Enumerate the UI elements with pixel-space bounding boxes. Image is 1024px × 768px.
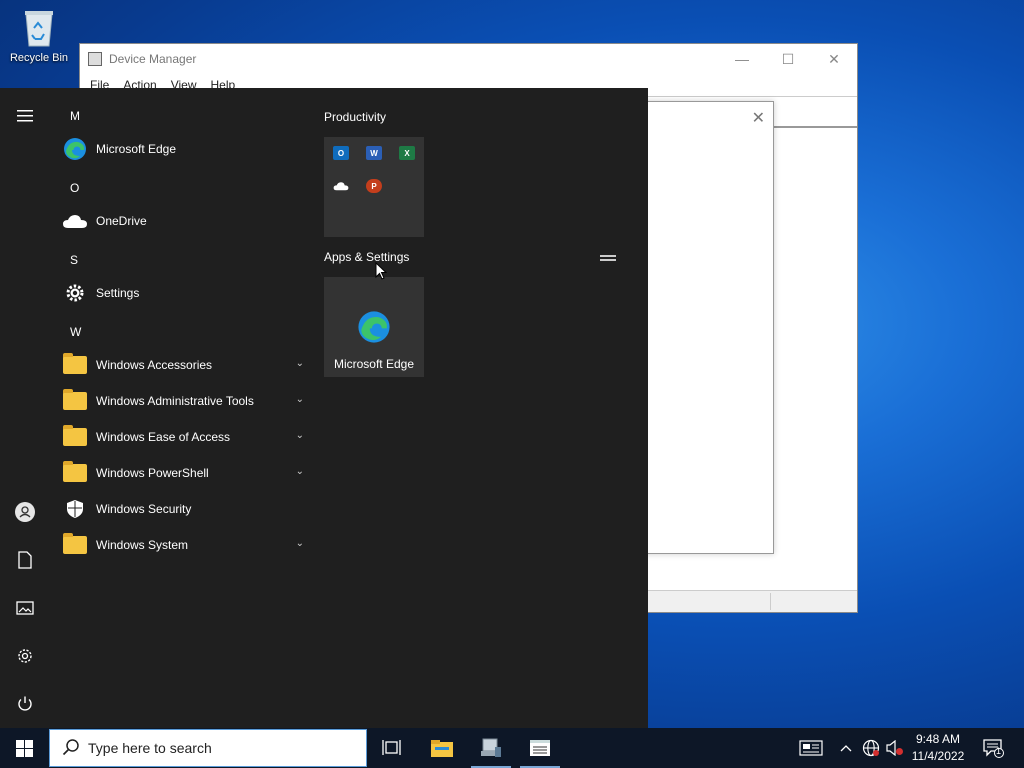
taskbar-clock[interactable]: 9:48 AM 11/4/2022 [904,731,972,765]
window-title: Device Manager [109,52,197,66]
task-view-icon [382,740,401,755]
start-button[interactable] [0,728,48,768]
chevron-down-icon: ⌄ [295,394,304,405]
windows-logo-icon [15,739,33,757]
onedrive-cloud-icon [62,208,88,234]
app-windows-ease-of-access[interactable]: Windows Ease of Access ⌄ [62,419,310,455]
list-window-icon [530,740,550,756]
app-label: Windows System [96,538,189,552]
clock-date: 11/4/2022 [911,749,965,763]
folder-icon [62,424,88,450]
recycle-bin-label: Recycle Bin [9,52,69,64]
chevron-up-icon[interactable] [836,728,856,768]
app-label: Windows Ease of Access [96,430,231,444]
search-placeholder: Type here to search [88,740,212,756]
maximize-button[interactable]: ☐ [765,44,811,74]
settings-icon [62,280,88,306]
folder-icon [62,460,88,486]
edge-tile-icon [358,311,390,343]
microsoft-edge-tile[interactable]: Microsoft Edge [324,277,424,377]
letter-header-m[interactable]: M [70,109,80,123]
recycle-bin-desktop-icon[interactable]: Recycle Bin [6,8,72,64]
app-settings[interactable]: Settings [62,275,310,311]
word-icon: W [366,146,382,160]
folder-icon [62,388,88,414]
chevron-down-icon: ⌄ [295,466,304,477]
network-globe-icon[interactable] [860,728,882,768]
notification-badge: 1 [996,746,1002,756]
user-account-icon[interactable] [0,488,50,536]
file-explorer-icon [431,740,453,757]
search-icon [62,738,80,759]
chevron-down-icon: ⌄ [295,358,304,369]
app-windows-security[interactable]: Windows Security [62,491,310,527]
volume-muted-icon[interactable] [884,728,906,768]
letter-header-s[interactable]: S [70,253,78,267]
letter-header-w[interactable]: W [70,325,81,339]
start-rail [0,88,50,728]
settings-gear-icon[interactable] [0,632,50,680]
tile-label: Microsoft Edge [333,357,415,371]
app-windows-accessories[interactable]: Windows Accessories ⌄ [62,347,310,383]
group-title-productivity[interactable]: Productivity [324,110,386,124]
app-windows-powershell[interactable]: Windows PowerShell ⌄ [62,455,310,491]
chevron-down-icon: ⌄ [295,430,304,441]
taskbar: Type here to search 9:48 AM 11/4/2022 1 [0,728,1024,768]
app-taskbar-button[interactable] [516,728,564,768]
powerpoint-icon: P [366,179,382,193]
app-label: Windows Security [96,502,192,516]
app-onedrive[interactable]: OneDrive [62,203,310,239]
device-manager-taskbar-button[interactable] [467,728,515,768]
chevron-down-icon: ⌄ [295,538,304,549]
documents-icon[interactable] [0,536,50,584]
device-manager-icon [481,738,501,757]
app-label: Windows PowerShell [96,466,209,480]
news-interests-icon[interactable] [796,728,826,768]
group-title-apps-settings[interactable]: Apps & Settings [324,250,409,264]
app-label: Microsoft Edge [96,142,177,156]
app-windows-administrative-tools[interactable]: Windows Administrative Tools ⌄ [62,383,310,419]
file-explorer-button[interactable] [418,728,466,768]
minimize-button[interactable]: — [719,44,765,74]
folder-icon [62,352,88,378]
group-drag-handle-icon[interactable] [600,255,616,261]
outlook-icon: O [333,146,349,160]
dialog-close-icon[interactable]: ✕ [752,108,765,128]
clock-time: 9:48 AM [915,732,961,746]
letter-header-o[interactable]: O [70,181,79,195]
app-windows-system[interactable]: Windows System ⌄ [62,527,310,563]
edge-icon [62,136,88,162]
app-label: OneDrive [96,214,147,228]
app-label: Windows Administrative Tools [96,394,254,408]
device-manager-app-icon [88,52,102,66]
taskbar-search-box[interactable]: Type here to search [49,729,367,767]
action-center-button[interactable]: 1 [978,728,1008,768]
hamburger-menu-icon[interactable] [0,92,50,140]
folder-icon [62,532,88,558]
close-button[interactable]: ✕ [811,44,857,74]
start-menu: M Microsoft Edge O OneDrive S Settings W… [0,88,648,728]
onedrive-icon [333,179,349,193]
app-label: Settings [96,286,140,300]
task-view-button[interactable] [368,728,416,768]
pictures-icon[interactable] [0,584,50,632]
power-icon[interactable] [0,680,50,728]
recycle-bin-icon [22,8,56,48]
productivity-folder-tile[interactable]: O W X P [324,137,424,237]
excel-icon: X [399,146,415,160]
shield-icon [62,496,88,522]
app-microsoft-edge[interactable]: Microsoft Edge [62,131,310,167]
app-label: Windows Accessories [96,358,213,372]
